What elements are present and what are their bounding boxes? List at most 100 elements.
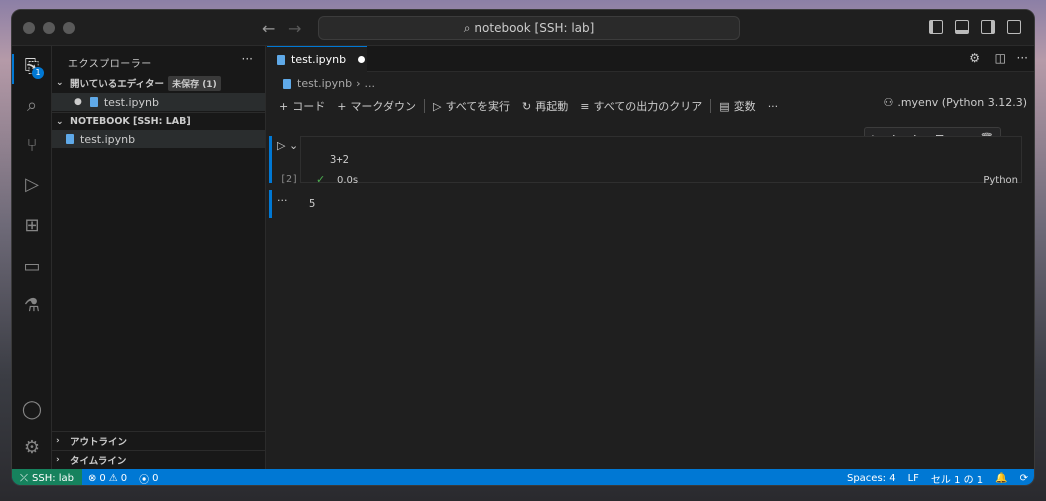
add-markdown-label: マークダウン (350, 100, 416, 113)
toolbar-separator (424, 99, 425, 113)
output-focus-indicator (269, 190, 272, 218)
indentation-indicator[interactable]: Spaces: 4 (841, 473, 902, 484)
toggle-panel-icon[interactable] (955, 20, 969, 34)
zoom-window-button[interactable] (63, 22, 75, 34)
remote-indicator[interactable]: ⤫ SSH: lab (12, 469, 83, 485)
settings-gear-icon[interactable]: ⚙ (21, 437, 43, 459)
toolbar-separator (710, 99, 712, 113)
toolbar-more-button[interactable]: ··· (762, 100, 785, 113)
notebook-file-icon (66, 134, 74, 144)
cell-code[interactable]: 3+2 (330, 154, 349, 166)
error-icon: ⊗ (88, 472, 97, 484)
folder-header[interactable]: ⌄ NOTEBOOK [SSH: LAB] (52, 112, 265, 130)
accounts-icon[interactable]: ◯ (21, 399, 43, 421)
add-markdown-button[interactable]: + マークダウン (331, 98, 422, 114)
gear-icon[interactable]: ⚙ (969, 51, 980, 65)
tab-test-ipynb[interactable]: test.ipynb (267, 46, 367, 72)
cell-output: 5 (309, 198, 316, 210)
clear-outputs-label: すべての出力のクリア (593, 100, 703, 113)
more-actions-icon[interactable]: ··· (1017, 51, 1028, 65)
kernel-icon: ⚇ (883, 96, 894, 109)
sidebar-title: エクスプローラー (68, 59, 152, 70)
extensions-icon[interactable]: ⊞ (21, 215, 43, 237)
copilot-icon[interactable]: ⟳ (1014, 473, 1034, 484)
problems-indicator[interactable]: ⊗ 0 ⚠ 0 (82, 473, 133, 484)
tab-label: test.ipynb (291, 53, 347, 66)
breadcrumb-ellipsis[interactable]: ... (365, 77, 376, 90)
unsaved-badge: 未保存 (1) (168, 75, 221, 91)
execution-count: [2] (280, 174, 299, 185)
variables-button[interactable]: ▤ 変数 (713, 98, 761, 114)
folder-filename: test.ipynb (80, 132, 136, 146)
folder-label: NOTEBOOK [SSH: LAB] (70, 116, 191, 127)
back-arrow-icon[interactable]: ← (262, 19, 275, 38)
open-editors-header[interactable]: ⌄ 開いているエディター 未保存 (1) (52, 74, 265, 92)
chevron-down-icon: ⌄ (56, 116, 64, 127)
open-editor-item[interactable]: ● test.ipynb (52, 93, 265, 111)
run-debug-icon[interactable]: ▷ (21, 174, 43, 196)
output-more-button[interactable]: ··· (277, 194, 288, 207)
restart-label: 再起動 (535, 100, 569, 113)
notebook-editor: test.ipynb ⚙ ◫ ··· test.ipynb › ... + コー… (267, 46, 1034, 469)
chevron-right-icon: › (356, 77, 361, 90)
customize-layout-icon[interactable] (1007, 20, 1021, 34)
remote-explorer-icon[interactable]: ▭ (21, 256, 43, 278)
eol-indicator[interactable]: LF (902, 473, 925, 484)
restart-icon: ↻ (522, 99, 532, 113)
code-cell[interactable] (300, 136, 1022, 183)
clear-all-icon: ≡ (580, 99, 590, 113)
explorer-sidebar: エクスプローラー ··· ⌄ 開いているエディター 未保存 (1) ● test… (52, 46, 266, 469)
unsaved-dot-icon[interactable] (358, 56, 366, 63)
outline-header[interactable]: › アウトライン (52, 431, 265, 449)
breadcrumb-file[interactable]: test.ipynb (297, 77, 352, 90)
notebook-file-icon (89, 97, 98, 107)
forward-arrow-icon[interactable]: → (288, 19, 301, 38)
execution-duration: 0.0s (337, 175, 359, 186)
add-code-label: コード (292, 100, 326, 113)
testing-icon[interactable]: ⚗ (21, 295, 43, 317)
open-editors-label: 開いているエディター (70, 79, 165, 90)
chevron-down-icon: ⌄ (56, 78, 64, 88)
clear-outputs-button[interactable]: ≡ すべての出力のクリア (574, 98, 708, 114)
restart-button[interactable]: ↻ 再起動 (516, 98, 574, 114)
split-editor-icon[interactable]: ◫ (995, 51, 1006, 65)
breadcrumb: test.ipynb › ... (283, 77, 375, 90)
notifications-bell-icon[interactable]: 🔔 (989, 473, 1013, 484)
sidebar-more-button[interactable]: ··· (242, 52, 253, 66)
add-code-button[interactable]: + コード (273, 98, 331, 114)
cell-focus-indicator (269, 136, 272, 183)
run-all-icon: ▷ (433, 99, 442, 113)
folder-file-item[interactable]: test.ipynb (52, 130, 265, 148)
chevron-right-icon: › (56, 454, 60, 465)
command-center-label: notebook [SSH: lab] (474, 21, 595, 35)
run-all-button[interactable]: ▷ すべてを実行 (427, 98, 516, 114)
timeline-header[interactable]: › タイムライン (52, 450, 265, 468)
run-cell-button[interactable]: ▷ ⌄ (277, 139, 298, 152)
variables-icon: ▤ (719, 99, 730, 113)
source-control-icon[interactable]: ⑂ (21, 135, 43, 157)
activity-bar: ⎘ 1 ⌕ ⑂ ▷ ⊞ ▭ ⚗ ◯ ⚙ (12, 46, 52, 469)
remote-icon: ⤫ (20, 472, 28, 484)
minimize-window-button[interactable] (43, 22, 55, 34)
dirty-dot-icon: ● (74, 97, 82, 107)
cell-position-indicator[interactable]: セル 1 の 1 (925, 471, 989, 486)
notebook-toolbar: + コード + マークダウン ▷ すべてを実行 ↻ 再起動 ≡ すべての出力のク… (273, 96, 1033, 116)
explorer-badge: 1 (32, 67, 44, 79)
cell-language[interactable]: Python (983, 175, 1018, 186)
vscode-window: ← → ⌕ notebook [SSH: lab] ⎘ 1 ⌕ ⑂ ▷ ⊞ ▭ … (11, 9, 1035, 486)
search-icon: ⌕ (463, 20, 471, 35)
ports-count: 0 (152, 472, 159, 484)
error-count: 0 (99, 472, 106, 484)
command-center-search[interactable]: ⌕ notebook [SSH: lab] (318, 16, 740, 40)
kernel-picker[interactable]: ⚇ .myenv (Python 3.12.3) (877, 96, 1033, 109)
toggle-primary-sidebar-icon[interactable] (929, 20, 943, 34)
search-icon[interactable]: ⌕ (21, 95, 43, 117)
ports-indicator[interactable]: ⦿ 0 (133, 471, 164, 486)
toggle-secondary-sidebar-icon[interactable] (981, 20, 995, 34)
variables-label: 変数 (733, 100, 756, 113)
success-check-icon: ✓ (316, 173, 326, 186)
remote-label: SSH: lab (32, 472, 75, 484)
close-window-button[interactable] (23, 22, 35, 34)
tab-bar: test.ipynb ⚙ ◫ ··· (267, 46, 1034, 72)
plus-icon: + (337, 99, 347, 113)
